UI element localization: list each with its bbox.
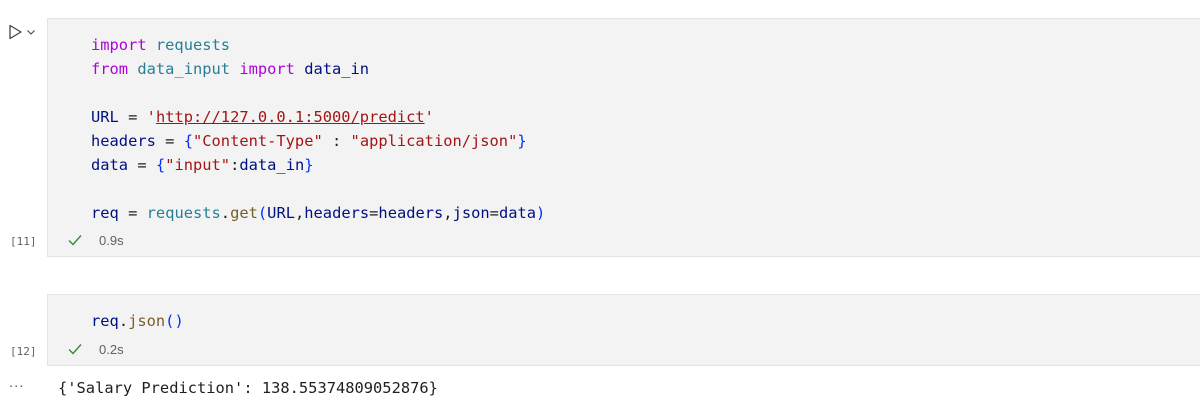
operator-token: : [322,132,351,150]
cell-status: 0.2s [67,341,124,357]
cell-output: {'Salary Prediction': 138.55374809052876… [58,379,438,397]
quote-token: ' [146,108,156,126]
bracket-token: { [183,132,193,150]
code-line: import requests [91,33,545,57]
variable-token: headers [91,132,156,150]
run-icon[interactable] [8,24,23,40]
bracket-token: ) [536,204,546,222]
code-line: data = {"input":data_in} [91,153,545,177]
string-token: "application/json" [350,132,518,150]
function-token: json [128,312,166,330]
code-cell-1[interactable]: import requests from data_input import da… [47,18,1200,257]
operator-token: : [230,156,240,174]
code-cell-2[interactable]: req.json() 0.2s [47,294,1200,366]
operator-token: . [220,204,231,222]
module-token: requests [146,204,221,222]
check-icon [68,344,82,355]
variable-token: data_in [239,156,305,174]
output-actions-button[interactable]: ... [9,374,25,391]
bracket-token: ( [257,204,268,222]
variable-token: headers [378,204,444,222]
variable-token: data [91,156,129,174]
operator-token: , [443,204,453,222]
url-link[interactable]: http://127.0.0.1:5000/predict [156,108,425,126]
keyword-token: from [91,60,129,78]
code-line: req = requests.get(URL,headers=headers,j… [91,201,545,225]
execution-time: 0.2s [99,341,124,357]
operator-token: . [118,312,129,330]
code-line: headers = {"Content-Type" : "application… [91,129,545,153]
variable-token: URL [267,204,295,222]
operator-token: = [489,204,499,222]
string-token: "Content-Type" [193,132,323,150]
parameter-token: json [452,204,490,222]
code-editor[interactable]: req.json() [91,309,184,333]
module-token: data_input [137,60,231,78]
code-line: URL = 'http://127.0.0.1:5000/predict' [91,105,545,129]
bracket-token: () [165,312,184,330]
variable-token: URL [91,108,119,126]
run-controls [8,24,36,40]
execution-time: 0.9s [99,232,124,248]
variable-token: req [91,312,119,330]
operator-token: , [294,204,305,222]
bracket-token: { [155,156,166,174]
string-token: "input" [165,156,231,174]
variable-token: req [91,204,119,222]
parameter-token: headers [304,204,370,222]
quote-token: ' [424,108,434,126]
operator-token: = [128,204,138,222]
code-line: req.json() [91,309,184,333]
execution-count: [12] [10,345,37,358]
name-token: data_in [304,60,370,78]
chevron-down-icon[interactable] [26,28,36,36]
code-line: from data_input import data_in [91,57,545,81]
function-token: get [230,204,258,222]
keyword-token: import [239,60,295,78]
operator-token: = [165,132,175,150]
variable-token: data [498,204,537,222]
bracket-token: } [517,132,527,150]
module-token: requests [155,36,231,54]
notebook: import requests from data_input import da… [0,0,1200,415]
check-icon [68,235,82,246]
operator-token: = [137,156,147,174]
cell-status: 0.9s [67,232,124,248]
code-editor[interactable]: import requests from data_input import da… [91,33,545,225]
keyword-token: import [91,36,147,54]
execution-count: [11] [10,235,37,248]
bracket-token: } [304,156,314,174]
operator-token: = [128,108,138,126]
